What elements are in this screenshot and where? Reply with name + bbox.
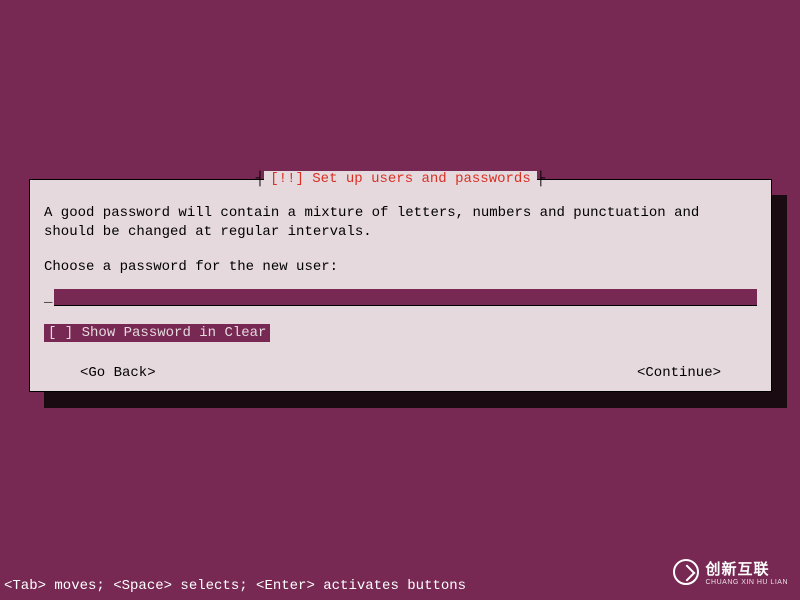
dialog-title: [!!] Set up users and passwords bbox=[264, 171, 536, 187]
button-row: <Go Back> <Continue> bbox=[44, 364, 757, 383]
password-row: _ bbox=[44, 289, 757, 308]
footer-hint: <Tab> moves; <Space> selects; <Enter> ac… bbox=[4, 578, 466, 594]
password-input[interactable] bbox=[54, 289, 757, 306]
description-text: A good password will contain a mixture o… bbox=[44, 204, 757, 242]
dialog-box: ┤ [!!] Set up users and passwords ├ A go… bbox=[29, 179, 772, 392]
go-back-button[interactable]: <Go Back> bbox=[80, 364, 156, 383]
continue-button[interactable]: <Continue> bbox=[637, 364, 721, 383]
watermark-logo: 创新互联 CHUANG XIN HU LIAN bbox=[673, 558, 788, 586]
dialog-body: A good password will contain a mixture o… bbox=[30, 180, 771, 383]
logo-subtext: CHUANG XIN HU LIAN bbox=[705, 579, 788, 586]
show-password-checkbox[interactable]: [ ] Show Password in Clear bbox=[44, 324, 270, 343]
logo-name: 创新互联 bbox=[705, 558, 788, 579]
title-label: Set up users and passwords bbox=[312, 171, 530, 187]
logo-text-wrap: 创新互联 CHUANG XIN HU LIAN bbox=[705, 558, 788, 586]
dialog-title-bar: ┤ [!!] Set up users and passwords ├ bbox=[30, 171, 771, 187]
title-border-right: ├ bbox=[537, 171, 545, 187]
title-border-left: ┤ bbox=[256, 171, 264, 187]
logo-icon bbox=[673, 559, 699, 585]
checkbox-state: [ ] bbox=[48, 325, 73, 341]
prompt-text: Choose a password for the new user: bbox=[44, 258, 757, 277]
password-underline-prefix: _ bbox=[44, 289, 54, 308]
checkbox-label: Show Password in Clear bbox=[82, 325, 267, 341]
title-priority-mark: [!!] bbox=[270, 171, 304, 187]
